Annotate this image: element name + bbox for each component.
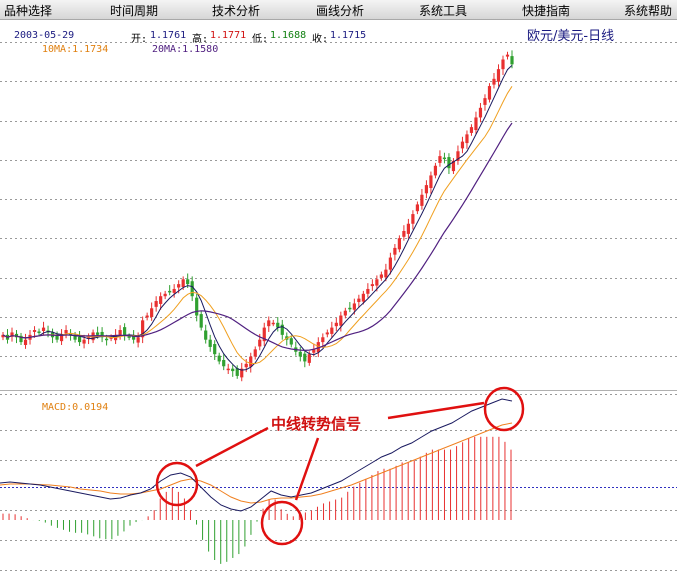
candle-body xyxy=(168,290,172,293)
candle-body xyxy=(492,78,496,85)
signal-circle xyxy=(155,461,199,507)
candle-body xyxy=(388,257,392,270)
candle-body xyxy=(105,338,109,341)
candle-body xyxy=(478,107,483,118)
ma10-line xyxy=(2,86,513,365)
candle-body xyxy=(64,330,68,334)
candle-body xyxy=(208,339,212,347)
candle-body xyxy=(469,127,474,133)
candle-body xyxy=(41,327,46,331)
annotation-text: 中线转势信号 xyxy=(271,415,362,433)
candle-body xyxy=(32,330,37,332)
signal-circle xyxy=(260,500,304,546)
ma20-line xyxy=(2,122,513,352)
candle-body xyxy=(190,281,194,297)
candle-body xyxy=(303,353,307,362)
candle-body xyxy=(379,274,383,278)
candle-body xyxy=(271,322,275,325)
candle-body xyxy=(127,336,131,338)
candle-body xyxy=(402,230,406,237)
candle-body xyxy=(339,315,343,326)
candle-body xyxy=(307,354,311,363)
candle-body xyxy=(483,98,487,105)
candle-body xyxy=(406,223,410,234)
candle-body xyxy=(82,339,86,344)
candle-body xyxy=(501,59,505,70)
candle-body xyxy=(384,269,388,278)
candle-body xyxy=(370,284,374,287)
candle-body xyxy=(411,214,415,224)
candle-body xyxy=(231,368,235,372)
candle-body xyxy=(460,141,465,149)
candle-body xyxy=(298,351,302,357)
candle-body xyxy=(505,54,510,57)
candle-body xyxy=(420,194,424,206)
candle-body xyxy=(195,297,199,316)
candle-body xyxy=(330,327,334,334)
candle-body xyxy=(325,332,329,335)
candle-body xyxy=(213,344,217,355)
candle-body xyxy=(154,301,158,307)
candle-body xyxy=(226,368,230,371)
candle-body xyxy=(172,288,176,293)
candle-body xyxy=(433,165,438,176)
candle-body xyxy=(496,69,501,82)
candle-body xyxy=(249,356,253,367)
annotation-pointer xyxy=(387,401,485,420)
candle-body xyxy=(244,363,248,368)
candle-body xyxy=(145,315,149,318)
candle-body xyxy=(37,331,41,333)
candle-body xyxy=(447,157,451,169)
candle-body xyxy=(415,204,420,212)
candle-body xyxy=(474,117,478,131)
candle-body xyxy=(217,355,221,362)
annotation-pointer xyxy=(294,437,320,501)
candle-body xyxy=(357,298,361,303)
candle-body xyxy=(289,338,293,345)
candle-body xyxy=(393,247,397,255)
candle-body xyxy=(177,284,181,288)
candle-body xyxy=(222,359,226,367)
candle-body xyxy=(258,339,262,347)
signal-circle xyxy=(483,386,525,432)
candle-body xyxy=(253,349,257,357)
candle-body xyxy=(348,307,352,310)
candle-body xyxy=(199,314,203,328)
candle-body xyxy=(438,156,442,163)
candle-body xyxy=(267,320,271,327)
candle-body xyxy=(204,330,208,340)
candle-body xyxy=(465,134,469,144)
candle-body xyxy=(150,308,154,317)
candle-body xyxy=(429,175,433,188)
candle-body xyxy=(366,288,370,294)
candle-body xyxy=(487,86,492,100)
candle-body xyxy=(361,293,365,302)
candle-body xyxy=(163,293,167,297)
candle-body xyxy=(397,238,401,250)
candle-body xyxy=(181,279,185,288)
dif-line xyxy=(0,398,513,512)
candle-body xyxy=(424,185,429,194)
candle-body xyxy=(442,157,447,160)
candle-body xyxy=(186,279,190,285)
candle-body xyxy=(136,337,140,343)
candle-body xyxy=(23,339,28,346)
candle-body xyxy=(77,336,82,343)
candle-body xyxy=(321,337,325,343)
candle-body xyxy=(334,322,338,327)
candle-body xyxy=(123,327,127,335)
candle-body xyxy=(375,279,379,286)
ma5-line xyxy=(2,64,513,371)
candle-body xyxy=(118,330,122,335)
candle-body xyxy=(343,310,347,316)
candle-body xyxy=(352,303,356,310)
price-chart xyxy=(0,42,677,571)
candle-body xyxy=(95,332,100,335)
candle-body xyxy=(510,56,514,65)
candle-body xyxy=(159,296,163,304)
